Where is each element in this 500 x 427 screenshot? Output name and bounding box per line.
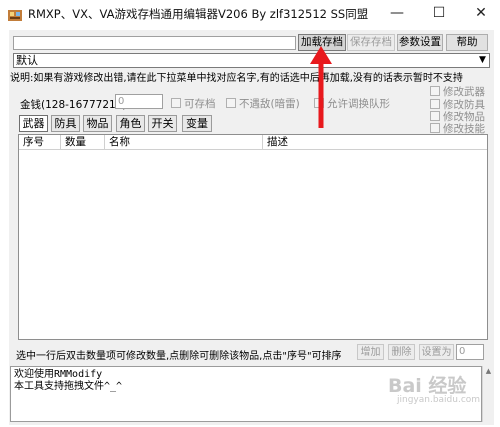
tab-variable[interactable]: 变量: [182, 115, 212, 132]
delete-button[interactable]: 删除: [388, 344, 415, 360]
title-bar: RMXP、VX、VA游戏存档通用编辑器V206 By zlf312512 SS同…: [0, 0, 500, 28]
money-label: 金钱(128-16777215): [20, 99, 127, 111]
add-button[interactable]: 增加: [357, 344, 384, 360]
maximize-button[interactable]: ☐: [422, 0, 456, 28]
allow-swap-label: 允许调换队形: [327, 98, 390, 110]
watermark-logo: Bai 经验: [388, 375, 467, 397]
column-header-quantity[interactable]: 数量: [61, 135, 105, 150]
tab-switch[interactable]: 开关: [148, 115, 177, 132]
watermark-url: jingyan.baidu.com: [397, 395, 481, 405]
log-scrollbar[interactable]: ▲: [482, 366, 494, 422]
money-input[interactable]: 0: [115, 94, 163, 109]
can-save-checkbox[interactable]: [171, 98, 181, 108]
path-input[interactable]: [13, 36, 296, 50]
close-button[interactable]: ✕: [464, 0, 498, 28]
window-title: RMXP、VX、VA游戏存档通用编辑器V206 By zlf312512 SS同…: [28, 7, 369, 21]
tab-armor[interactable]: 防具: [51, 115, 80, 132]
help-button[interactable]: 帮助: [446, 34, 488, 51]
can-save-label: 可存档: [184, 98, 216, 110]
no-encounter-label: 不遇敌(暗雷): [239, 98, 300, 110]
footer-hint: 选中一行后双击数量项可修改数量,点删除可删除该物品,点击"序号"可排序: [16, 351, 342, 362]
save-save-button[interactable]: 保存存档: [347, 34, 395, 51]
chevron-down-icon[interactable]: ▼: [476, 54, 489, 67]
data-table[interactable]: 序号 数量 名称 描述: [18, 134, 488, 340]
column-header-description[interactable]: 描述: [263, 135, 487, 150]
settings-button[interactable]: 参数设置: [397, 34, 443, 51]
set-value-input[interactable]: 0: [456, 344, 484, 360]
minimize-button[interactable]: —: [380, 0, 414, 28]
game-select[interactable]: 默认: [13, 53, 490, 68]
tab-weapon[interactable]: 武器: [19, 115, 48, 132]
column-header-index[interactable]: 序号: [19, 135, 61, 150]
column-header-name[interactable]: 名称: [105, 135, 263, 150]
modify-weapon-checkbox[interactable]: [430, 86, 440, 96]
instruction-text: 说明:如果有游戏修改出错,请在此下拉菜单中找对应名字,有的话选中后再加载,没有的…: [10, 73, 463, 84]
app-icon: [8, 7, 22, 21]
modify-armor-checkbox[interactable]: [430, 99, 440, 109]
set-to-button[interactable]: 设置为: [419, 344, 454, 360]
modify-item-checkbox[interactable]: [430, 111, 440, 121]
tab-item[interactable]: 物品: [83, 115, 112, 132]
modify-skill-checkbox[interactable]: [430, 123, 440, 133]
game-select-value: 默认: [16, 54, 38, 67]
no-encounter-checkbox[interactable]: [226, 98, 236, 108]
tab-role[interactable]: 角色: [116, 115, 145, 132]
annotation-arrow-icon: [310, 46, 332, 128]
